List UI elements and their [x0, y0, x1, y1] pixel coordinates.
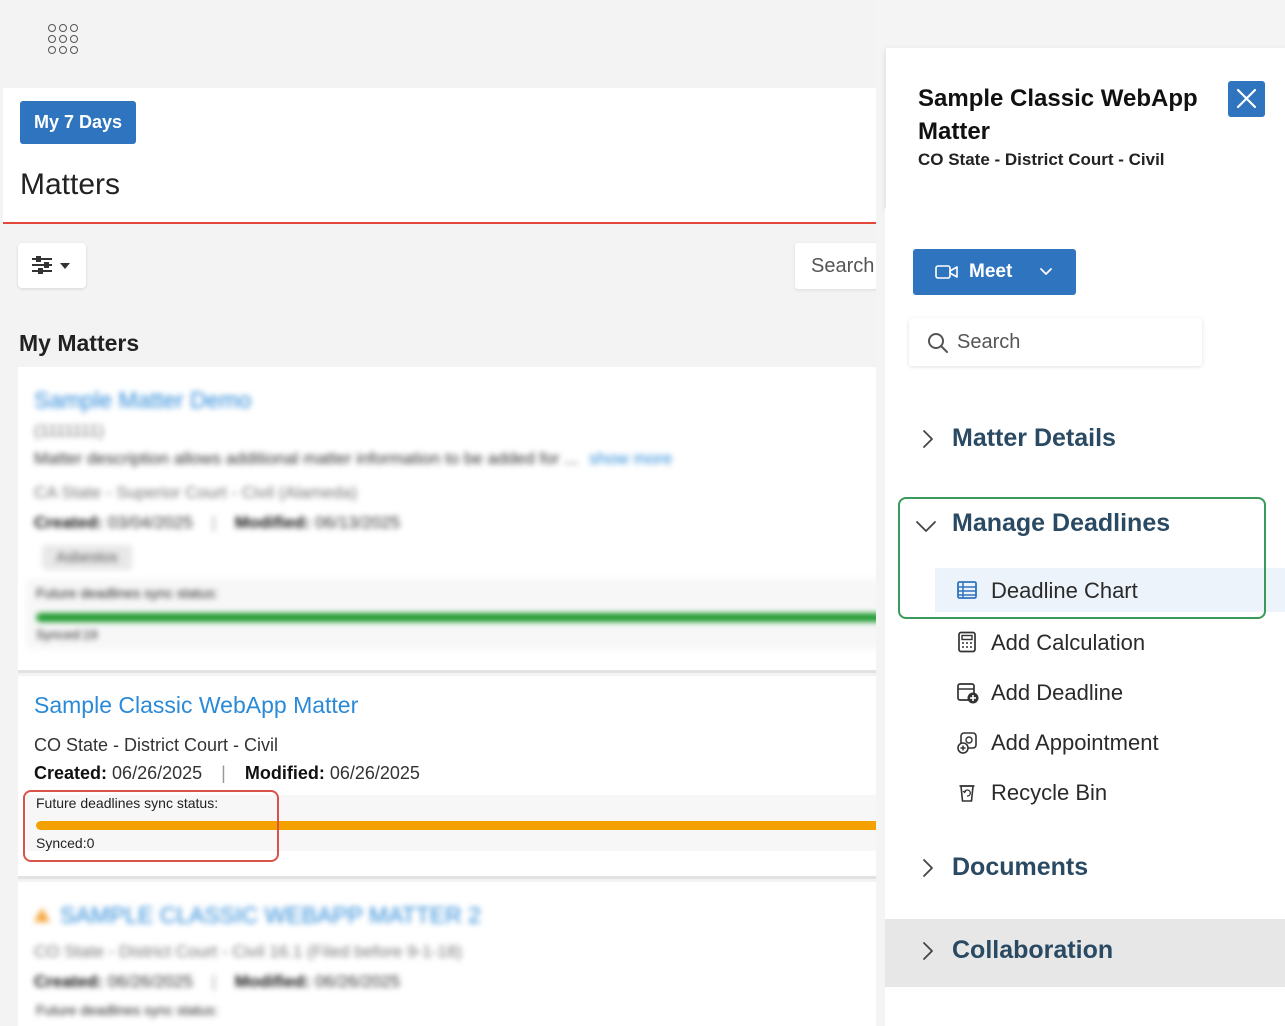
- sync-status-label: Future deadlines sync status:: [36, 585, 219, 601]
- matter-description-text: Matter description allows additional mat…: [34, 449, 579, 468]
- created-label: Created:: [34, 513, 103, 532]
- matter-description: Matter description allows additional mat…: [34, 449, 672, 469]
- matter-jurisdiction: CO State - District Court - Civil 16.1 (…: [34, 942, 462, 961]
- modified-date: 06/26/2025: [329, 763, 420, 783]
- menu-item-add-calculation[interactable]: Add Calculation: [935, 620, 1285, 664]
- detail-header: Sample Classic WebApp Matter CO State - …: [886, 48, 1285, 208]
- matter-jurisdiction: CA State - Superior Court - Civil (Alame…: [34, 483, 358, 502]
- sync-status-highlight: [23, 790, 279, 862]
- section-label: Documents: [952, 853, 1089, 881]
- detail-title: Sample Classic WebApp Matter: [918, 85, 1198, 145]
- modified-label: Modified:: [244, 763, 325, 783]
- section-collaboration[interactable]: Collaboration: [885, 919, 1285, 987]
- matters-search-input[interactable]: [795, 243, 876, 289]
- close-icon: [1236, 88, 1257, 109]
- meet-button[interactable]: Meet: [913, 249, 1076, 295]
- sync-progress-fill: [36, 613, 876, 622]
- matter-tag-badge: Asbestos: [42, 545, 132, 570]
- chevron-down-icon: [1040, 268, 1052, 275]
- sync-status-label: Future deadlines sync status:: [36, 1002, 219, 1018]
- my-7-days-button[interactable]: My 7 Days: [20, 101, 137, 144]
- chevron-right-icon: [923, 430, 933, 448]
- matter-jurisdiction: CO State - District Court - Civil: [34, 735, 279, 755]
- manage-deadlines-highlight: [898, 497, 1266, 619]
- filter-sliders-icon: [32, 256, 52, 274]
- sync-progress-bar: [36, 613, 876, 622]
- matter-card: SAMPLE CLASSIC WEBAPP MATTER 2 CO State …: [18, 882, 876, 1026]
- calendar-add-icon: [957, 683, 979, 704]
- menu-item-label: Recycle Bin: [991, 780, 1108, 805]
- created-date: 06/26/2025: [112, 763, 203, 783]
- modified-date: 06/13/2025: [314, 513, 401, 532]
- created-label: Created:: [34, 972, 103, 991]
- modified-date: 06/26/2025: [314, 972, 401, 991]
- matter-number: (1111111): [34, 421, 104, 440]
- app-launcher-grid-icon[interactable]: [48, 24, 84, 60]
- show-more-link[interactable]: show more: [589, 449, 672, 468]
- matters-pane: My 7 Days Matters My Matters Sample Matt…: [0, 0, 876, 1026]
- date-separator: |: [211, 513, 216, 532]
- video-camera-icon: [935, 265, 958, 279]
- modified-label: Modified:: [234, 972, 311, 991]
- matter-title-link[interactable]: Sample Classic WebApp Matter: [34, 692, 358, 719]
- date-separator: |: [221, 763, 226, 783]
- meet-label: Meet: [969, 261, 1013, 282]
- menu-item-label: Add Deadline: [991, 680, 1124, 705]
- date-separator: |: [211, 972, 216, 991]
- section-label: Collaboration: [952, 936, 1114, 964]
- filter-dropdown-button[interactable]: [18, 243, 86, 288]
- panel-search-box[interactable]: [909, 318, 1202, 366]
- matters-search-box[interactable]: [795, 243, 876, 289]
- modified-label: Modified:: [234, 513, 311, 532]
- sync-status-band: Future deadlines sync status: Synced:19: [26, 579, 876, 649]
- search-icon: [928, 333, 948, 353]
- section-label: Matter Details: [952, 424, 1116, 452]
- page-title: Matters: [20, 168, 121, 201]
- close-button[interactable]: [1228, 81, 1265, 117]
- matter-title-link[interactable]: SAMPLE CLASSIC WEBAPP MATTER 2: [60, 902, 481, 929]
- recycle-bin-icon: [959, 785, 975, 802]
- section-matter-details[interactable]: Matter Details: [885, 407, 1285, 471]
- menu-item-add-appointment[interactable]: Add Appointment: [935, 720, 1285, 764]
- detail-subtitle: CO State - District Court - Civil: [918, 150, 1165, 169]
- menu-item-add-deadline[interactable]: Add Deadline: [935, 670, 1285, 714]
- chevron-right-icon: [923, 859, 933, 877]
- matter-dates: Created: 06/26/2025 | Modified: 06/26/20…: [34, 763, 420, 784]
- chevron-right-icon: [923, 942, 933, 960]
- warning-icon: [34, 908, 50, 922]
- my-matters-heading: My Matters: [19, 330, 140, 356]
- menu-item-label: Add Calculation: [991, 630, 1146, 655]
- calculator-icon: [958, 631, 976, 653]
- matter-title-link[interactable]: Sample Matter Demo: [34, 387, 251, 414]
- matters-header: My 7 Days Matters: [3, 88, 876, 224]
- matter-dates: Created: 03/04/2025 | Modified: 06/13/20…: [34, 513, 400, 533]
- section-documents[interactable]: Documents: [885, 836, 1285, 900]
- matter-card: Sample Matter Demo (1111111) Matter desc…: [18, 367, 876, 673]
- menu-item-recycle-bin[interactable]: Recycle Bin: [935, 770, 1285, 814]
- appointment-add-icon: [957, 732, 977, 754]
- panel-search-input[interactable]: [957, 318, 1187, 366]
- caret-down-icon: [60, 263, 70, 269]
- menu-item-label: Add Appointment: [991, 730, 1159, 755]
- created-date: 03/04/2025: [107, 513, 193, 532]
- created-label: Created:: [34, 763, 108, 783]
- created-date: 06/26/2025: [107, 972, 193, 991]
- synced-count: Synced:19: [36, 627, 98, 642]
- matter-dates: Created: 06/26/2025 | Modified: 06/26/20…: [34, 972, 400, 992]
